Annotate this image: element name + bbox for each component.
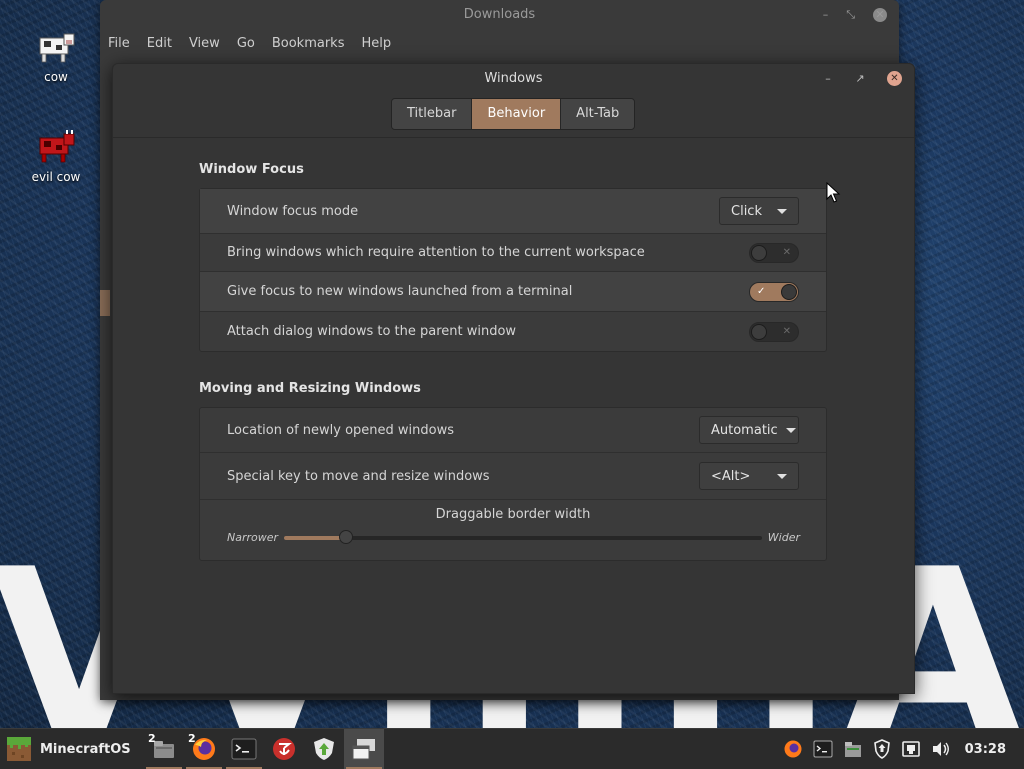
start-menu-label: MinecraftOS: [40, 741, 131, 757]
shield-icon[interactable]: [873, 739, 891, 759]
menu-edit[interactable]: Edit: [147, 36, 172, 51]
border-width-slider[interactable]: [284, 530, 762, 544]
row-window-location: Location of newly opened windows Automat…: [200, 408, 826, 453]
firefox-tray-icon[interactable]: [783, 739, 803, 759]
tab-alt-tab[interactable]: Alt-Tab: [561, 99, 635, 129]
window-focus-card: Window focus mode Click Bring windows wh…: [199, 188, 827, 352]
header-divider: [113, 137, 914, 138]
row-window-focus-mode: Window focus mode Click: [200, 189, 826, 234]
terminal-focus-label: Give focus to new windows launched from …: [227, 284, 573, 299]
taskbar-app-list: 2 2: [144, 729, 384, 769]
tab-bar: Titlebar Behavior Alt-Tab: [391, 98, 636, 130]
minimize-icon[interactable]: –: [823, 0, 829, 30]
desktop-icon-label: evil cow: [31, 170, 81, 184]
menu-bookmarks[interactable]: Bookmarks: [272, 36, 345, 51]
attention-workspace-toggle[interactable]: ✕: [749, 242, 799, 263]
special-key-dropdown[interactable]: <Alt>: [699, 462, 799, 490]
taskbar-app-red[interactable]: [264, 729, 304, 769]
menu-go[interactable]: Go: [237, 36, 255, 51]
slider-handle[interactable]: [339, 530, 354, 544]
section-title-moving-resizing: Moving and Resizing Windows: [199, 381, 421, 396]
mouse-cursor-icon: [826, 182, 841, 203]
toggle-on-icon: ✓: [757, 285, 766, 297]
start-menu-button[interactable]: MinecraftOS: [6, 734, 131, 764]
cow-icon: [36, 26, 76, 66]
menu-view[interactable]: View: [189, 36, 220, 51]
window-count-badge: 2: [148, 732, 156, 745]
window-focus-mode-dropdown[interactable]: Click: [719, 197, 799, 225]
window-location-dropdown[interactable]: Automatic: [699, 416, 799, 444]
desktop-icon-evil-cow[interactable]: evil cow: [16, 126, 96, 184]
window-controls: – ↗ ✕: [823, 71, 902, 86]
attach-dialogs-label: Attach dialog windows to the parent wind…: [227, 324, 517, 339]
terminal-icon: [231, 738, 257, 760]
special-key-label: Special key to move and resize windows: [227, 468, 490, 484]
taskbar-file-manager[interactable]: 2: [144, 729, 184, 769]
border-width-title: Draggable border width: [435, 507, 591, 522]
special-key-value: <Alt>: [711, 468, 751, 484]
tab-titlebar[interactable]: Titlebar: [392, 99, 473, 129]
menu-file[interactable]: File: [108, 36, 130, 51]
window-focus-mode-label: Window focus mode: [227, 203, 359, 219]
network-icon[interactable]: [901, 740, 921, 758]
taskbar-firefox[interactable]: 2: [184, 729, 224, 769]
row-attach-dialogs: Attach dialog windows to the parent wind…: [200, 312, 826, 351]
downloads-menubar: File Edit View Go Bookmarks Help: [100, 30, 899, 56]
toggle-off-icon: ✕: [782, 325, 791, 337]
close-icon[interactable]: ✕: [873, 8, 887, 22]
toggle-knob: [781, 283, 797, 300]
window-count-badge: 2: [188, 732, 196, 745]
slider-fill: [284, 536, 347, 540]
maximize-icon[interactable]: ⤡: [846, 0, 855, 30]
evil-cow-icon: [36, 126, 76, 166]
system-tray: 03:28: [783, 729, 1024, 769]
dropdown-arrow-icon: [777, 473, 787, 479]
minimize-icon[interactable]: –: [823, 72, 833, 85]
window-location-label: Location of newly opened windows: [227, 422, 455, 438]
border-width-min-label: Narrower: [227, 531, 279, 544]
window-settings-icon: [352, 739, 375, 760]
row-attention-workspace: Bring windows which require attention to…: [200, 234, 826, 272]
window-location-value: Automatic: [711, 422, 778, 438]
menu-help[interactable]: Help: [361, 36, 391, 51]
row-special-key: Special key to move and resize windows <…: [200, 453, 826, 500]
taskbar-update-manager[interactable]: [304, 729, 344, 769]
toggle-knob: [751, 244, 767, 261]
maximize-icon[interactable]: ↗: [855, 72, 865, 85]
grass-block-icon: [7, 737, 31, 761]
close-icon[interactable]: ✕: [887, 71, 902, 86]
volume-icon[interactable]: [931, 740, 951, 758]
window-title: Windows: [484, 71, 543, 86]
terminal-focus-toggle[interactable]: ✓: [749, 281, 799, 302]
toggle-off-icon: ✕: [782, 246, 791, 258]
attach-dialogs-toggle[interactable]: ✕: [749, 321, 799, 342]
window-focus-mode-value: Click: [731, 203, 762, 219]
update-manager-icon: [314, 738, 334, 760]
desktop-icon-label: cow: [44, 70, 68, 84]
downloads-title: Downloads: [463, 7, 536, 22]
toggle-knob: [751, 323, 767, 340]
section-title-window-focus: Window Focus: [199, 162, 304, 177]
taskbar-window-settings[interactable]: [344, 729, 384, 769]
row-terminal-focus: Give focus to new windows launched from …: [200, 272, 826, 312]
windows-settings-window[interactable]: Windows – ↗ ✕ Titlebar Behavior Alt-Tab …: [112, 63, 915, 694]
taskbar: MinecraftOS 2 2 03:28: [0, 728, 1024, 769]
clock[interactable]: 03:28: [965, 742, 1006, 757]
border-width-max-label: Wider: [767, 531, 800, 544]
dropdown-arrow-icon: [785, 427, 796, 433]
sidebar-selection-marker: [100, 290, 110, 316]
app-red-icon: [273, 738, 295, 760]
desktop-icon-cow[interactable]: cow: [16, 26, 96, 84]
terminal-tray-icon[interactable]: [813, 740, 833, 758]
row-border-width: Draggable border width Narrower Wider: [200, 500, 826, 560]
attention-workspace-label: Bring windows which require attention to…: [227, 245, 645, 260]
tab-behavior[interactable]: Behavior: [472, 99, 562, 129]
downloads-titlebar[interactable]: Downloads – ⤡ ✕: [100, 0, 899, 30]
files-tray-icon[interactable]: [843, 740, 863, 758]
taskbar-terminal[interactable]: [224, 729, 264, 769]
moving-resizing-card: Location of newly opened windows Automat…: [199, 407, 827, 561]
dropdown-arrow-icon: [777, 208, 787, 214]
